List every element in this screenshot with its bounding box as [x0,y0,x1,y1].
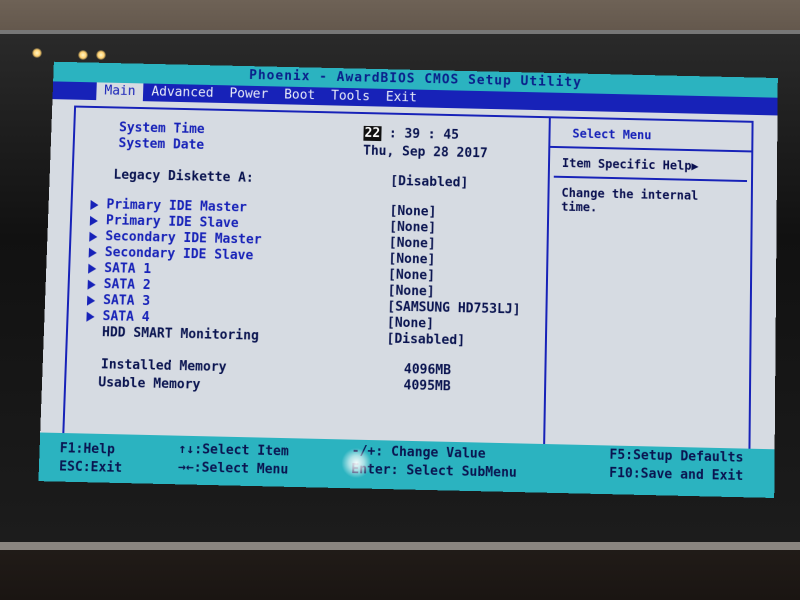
item-value[interactable]: [None] [389,204,436,220]
usable-memory-label: Usable Memory [98,375,201,393]
legacy-diskette-label[interactable]: Legacy Diskette A: [113,168,254,186]
system-date-value[interactable]: Thu, Sep 28 2017 [363,144,488,162]
tab-boot[interactable]: Boot [276,86,323,105]
item-value[interactable]: [None] [388,252,435,268]
item-value[interactable]: [None] [389,220,436,236]
submenu-arrow-icon [89,215,99,226]
save-and-exit-key[interactable]: F10:Save and Exit [609,466,743,484]
setup-defaults-key[interactable]: F5:Setup Defaults [609,448,743,466]
tab-power[interactable]: Power [221,85,276,104]
lamp-reflection [78,50,88,60]
installed-memory-label: Installed Memory [100,357,227,376]
usable-memory-value: 4095MB [403,378,451,395]
help-key[interactable]: F1:Help [59,441,115,457]
system-time-value[interactable]: 22 : 39 : 45 [363,125,459,143]
legacy-diskette-value[interactable]: [Disabled] [390,174,468,191]
submenu-arrow-icon [87,279,96,290]
tab-main[interactable]: Main [96,82,144,102]
list-item[interactable]: SATA 4 [86,309,150,325]
submenu-arrow-icon [88,263,97,274]
hdd-smart-value[interactable]: [Disabled] [386,332,465,349]
system-time-label[interactable]: System Time [119,120,205,137]
tab-tools[interactable]: Tools [323,87,378,106]
list-item[interactable]: SATA 2 [87,277,151,294]
main-settings-panel: System Time 22 : 39 : 45 System Date Thu… [64,107,551,445]
item-label: SATA 4 [102,309,150,326]
exit-key[interactable]: ESC:Exit [59,459,123,476]
help-panel: Select Menu Item Specific Help▶ Change t… [545,118,752,448]
item-specific-help-heading: Item Specific Help▶ [553,147,748,183]
select-submenu-key[interactable]: Enter: Select SubMenu [351,462,517,481]
select-item-key[interactable]: ↑↓:Select Item [178,442,289,460]
system-time-hour[interactable]: 22 [363,125,382,142]
item-value[interactable]: [None] [388,267,435,283]
submenu-arrow-icon [89,231,98,242]
item-label: SATA 2 [103,277,151,294]
item-label: Primary IDE Master [106,197,248,216]
system-time-minutes-seconds[interactable]: : 39 : 45 [389,126,459,142]
hdd-smart-label[interactable]: HDD SMART Monitoring [102,325,259,344]
submenu-arrow-icon [90,199,99,210]
submenu-arrow-icon [88,247,97,258]
change-value-key[interactable]: -/+: Change Value [351,444,485,462]
tab-advanced[interactable]: Advanced [143,83,222,102]
item-label: SATA 3 [102,293,151,310]
select-menu-key[interactable]: →←:Select Menu [178,460,289,478]
submenu-arrow-icon [86,311,95,322]
bios-screen: Phoenix - AwardBIOS CMOS Setup Utility M… [38,61,778,498]
help-text: Change the internal time. [561,185,699,215]
system-date-label[interactable]: System Date [118,136,204,153]
list-item[interactable]: SATA 1 [88,261,151,277]
content-frame: System Time 22 : 39 : 45 System Date Thu… [62,105,754,451]
lamp-reflection [96,50,106,60]
item-label: SATA 1 [103,261,152,278]
item-value[interactable]: [None] [388,283,435,299]
help-title: Select Menu [550,118,752,153]
list-item[interactable]: SATA 3 [86,293,151,310]
item-value[interactable]: [SAMSUNG HD753LJ] [387,299,521,317]
tab-exit[interactable]: Exit [378,89,425,108]
item-label: Primary IDE Slave [105,213,239,232]
item-value[interactable]: [None] [387,316,434,332]
installed-memory-value: 4096MB [403,362,452,379]
submenu-arrow-icon [86,295,96,306]
item-value[interactable]: [None] [389,236,436,252]
lamp-reflection [32,48,42,58]
